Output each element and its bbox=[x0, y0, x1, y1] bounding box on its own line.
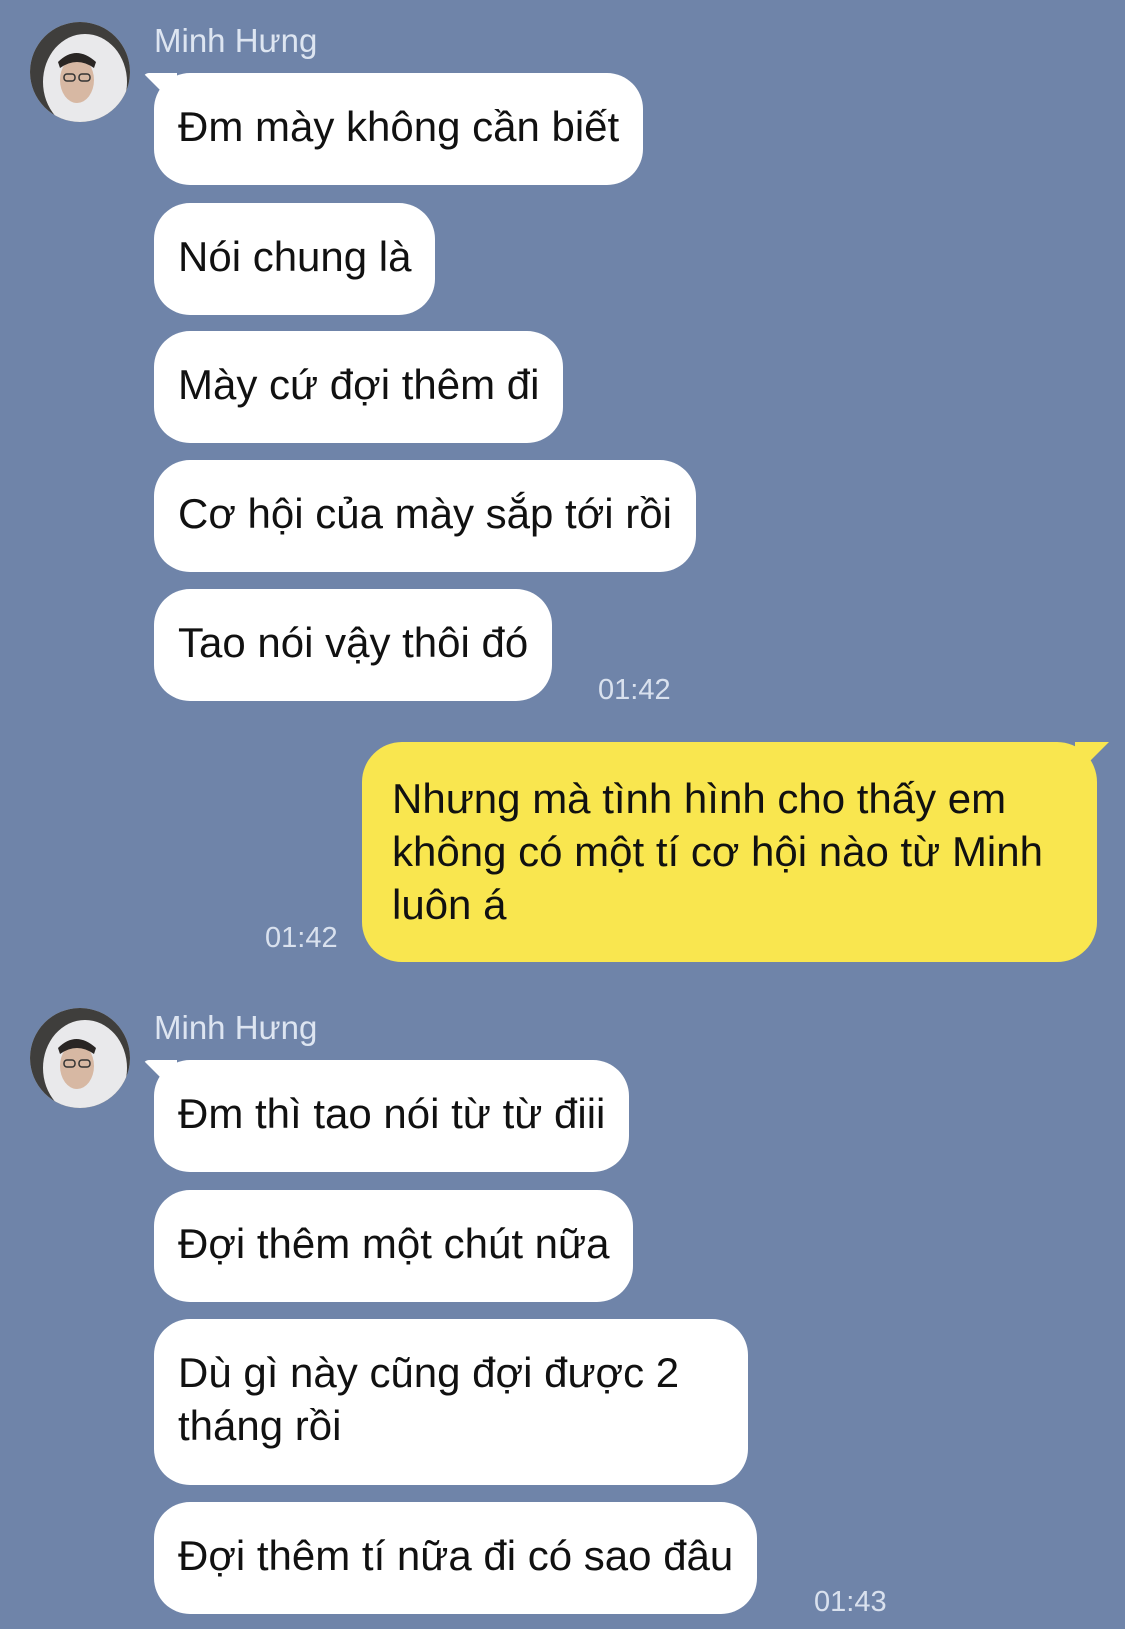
message-bubble[interactable]: Đm thì tao nói từ từ điii bbox=[154, 1060, 630, 1172]
sender-name: Minh Hưng bbox=[154, 22, 318, 59]
avatar[interactable] bbox=[30, 1008, 130, 1108]
message-bubble[interactable]: Đợi thêm một chút nữa bbox=[154, 1190, 634, 1302]
message-bubble[interactable]: Cơ hội của mày sắp tới rồi bbox=[154, 460, 696, 572]
avatar[interactable] bbox=[30, 22, 130, 122]
message-bubble[interactable]: Mày cứ đợi thêm đi bbox=[154, 331, 564, 443]
message-bubble[interactable]: Đm mày không cần biết bbox=[154, 73, 644, 185]
message-timestamp: 01:42 bbox=[598, 674, 671, 706]
message-bubble[interactable]: Nói chung là bbox=[154, 203, 436, 315]
message-bubble[interactable]: Tao nói vậy thôi đó bbox=[154, 589, 553, 701]
message-bubble[interactable]: Đợi thêm tí nữa đi có sao đâu bbox=[154, 1502, 758, 1614]
message-timestamp: 01:43 bbox=[814, 1586, 887, 1618]
message-bubble[interactable]: Dù gì này cũng đợi được 2 tháng rồi bbox=[154, 1319, 748, 1485]
message-timestamp: 01:42 bbox=[265, 922, 338, 954]
outgoing-message-bubble[interactable]: Nhưng mà tình hình cho thấy em không có … bbox=[362, 742, 1097, 962]
sender-name: Minh Hưng bbox=[154, 1009, 318, 1046]
